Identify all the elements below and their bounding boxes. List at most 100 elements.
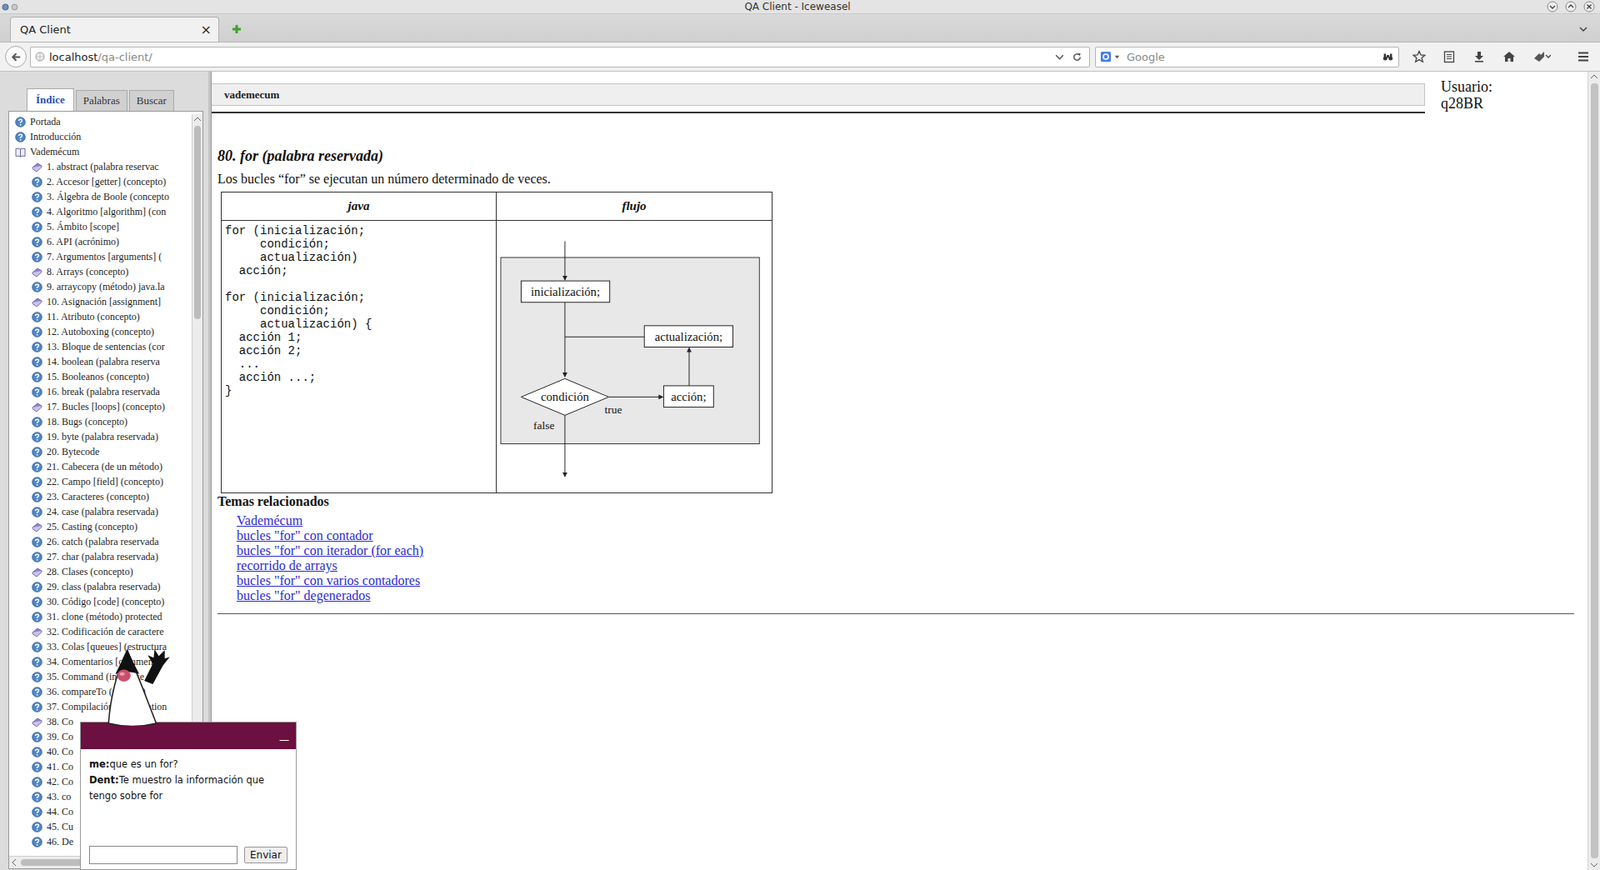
tree-item[interactable]: 26. catch (palabra reservada	[9, 534, 192, 550]
related-link[interactable]: recorrido de arrays	[236, 558, 338, 573]
sidebar-tab[interactable]: Índice	[26, 88, 75, 111]
user-label: Usuario:	[1440, 78, 1588, 95]
tree-item[interactable]: 14. boolean (palabra reserva	[9, 354, 192, 370]
message-sender: me:	[89, 758, 110, 770]
tree-item[interactable]: 5. Ámbito [scope]	[9, 219, 192, 235]
tab-list-icon[interactable]	[1578, 24, 1589, 35]
bookmark-star-icon[interactable]	[1412, 50, 1426, 64]
tree-item-label: 1. abstract (palabra reservac	[46, 160, 160, 174]
new-tab-icon[interactable]	[230, 23, 243, 35]
scroll-up-icon[interactable]	[1590, 73, 1599, 80]
back-button[interactable]	[5, 45, 27, 68]
duke-mascot-icon[interactable]	[103, 645, 172, 726]
help-topic-icon	[31, 506, 43, 518]
related-link[interactable]: bucles "for" con varios contadores	[236, 573, 420, 588]
menu-icon[interactable]	[1576, 50, 1590, 64]
scroll-down-icon[interactable]	[1590, 861, 1599, 869]
pin-icon[interactable]	[10, 3, 19, 11]
related-link[interactable]: bucles "for" con contador	[236, 528, 374, 543]
tree-item[interactable]: 9. arraycopy (método) java.la	[9, 279, 192, 295]
related-link[interactable]: bucles "for" degenerados	[236, 588, 371, 603]
bookmarks-list-icon[interactable]	[1442, 50, 1456, 64]
binoculars-icon[interactable]	[1382, 51, 1394, 63]
download-icon[interactable]	[1472, 50, 1486, 64]
tree-item-label: Vademécum	[30, 145, 80, 159]
help-topic-icon	[31, 476, 43, 488]
tree-item[interactable]: 8. Arrays (concepto)	[9, 264, 192, 280]
tree-item[interactable]: 4. Algoritmo [algorithm] (con	[9, 204, 192, 220]
help-topic-icon	[31, 806, 43, 818]
tree-item-label: 5. Ámbito [scope]	[46, 220, 120, 234]
tree-item[interactable]: 35. Command (interface	[9, 669, 192, 685]
history-dropdown-icon[interactable]	[1054, 51, 1065, 63]
tree-item[interactable]: 31. clone (método) protected	[9, 609, 192, 625]
tree-item[interactable]: 30. Código [code] (concepto)	[9, 594, 192, 610]
tree-item[interactable]: 20. Bytecode	[9, 444, 192, 460]
help-topic-icon	[31, 191, 43, 203]
flow-cell: inicialización;actualización;condiciónac…	[496, 220, 773, 494]
reload-icon[interactable]	[1071, 51, 1083, 63]
tree-item[interactable]: 1. abstract (palabra reservac	[9, 159, 192, 175]
tree-item[interactable]: 22. Campo [field] (concepto)	[9, 474, 192, 490]
tree-item-label: 34. Comentarios [comments]	[46, 655, 164, 669]
tree-item[interactable]: Vademécum	[9, 144, 192, 160]
tree-item[interactable]: Portada	[9, 114, 192, 130]
maximize-icon[interactable]	[1565, 0, 1577, 13]
message-text: que es un for?	[109, 758, 178, 770]
tab-close-button[interactable]: ×	[200, 21, 212, 38]
tree-item[interactable]: 28. Clases (concepto)	[9, 564, 192, 580]
app-icon[interactable]	[1, 3, 10, 11]
search-engine-icon[interactable]	[1100, 50, 1112, 63]
home-icon[interactable]	[1502, 50, 1516, 64]
tree-item[interactable]: 29. class (palabra reservada)	[9, 579, 192, 595]
url-field[interactable]: localhost/qa-client/	[30, 46, 1090, 68]
tree-item[interactable]: 37. Compilación [compilation	[9, 699, 192, 715]
page-scrollbar[interactable]	[1587, 71, 1600, 870]
related-link[interactable]: Vademécum	[236, 513, 303, 528]
addon-icon[interactable]	[1532, 50, 1551, 64]
tree-item[interactable]: 15. Booleanos (concepto)	[9, 369, 192, 385]
minimize-icon[interactable]	[1546, 0, 1559, 13]
help-topic-icon	[31, 236, 43, 248]
scroll-up-icon[interactable]	[193, 115, 202, 123]
page-scroll-thumb[interactable]	[1590, 83, 1599, 859]
send-button[interactable]: Enviar	[244, 846, 288, 864]
sidebar-scroll-thumb[interactable]	[194, 125, 201, 320]
tree-item[interactable]: 36. compareTo (método)	[9, 684, 192, 700]
tree-item[interactable]: 11. Atributo (concepto)	[9, 309, 192, 325]
tree-item[interactable]: 25. Casting (concepto)	[9, 519, 192, 535]
tree-item[interactable]: 13. Bloque de sentencias (cor	[9, 339, 192, 355]
search-field[interactable]: Google	[1095, 46, 1400, 68]
tree-item[interactable]: 18. Bugs (concepto)	[9, 414, 192, 430]
tree-item-label: 28. Clases (concepto)	[46, 565, 134, 579]
tree-item[interactable]: 27. char (palabra reservada)	[9, 549, 192, 565]
browser-tab[interactable]: QA Client×	[10, 16, 220, 42]
help-topic-icon	[31, 311, 43, 323]
sidebar-tab[interactable]: Buscar	[129, 90, 175, 111]
close-icon[interactable]	[1583, 0, 1595, 13]
user-info: Usuario:q28BR	[1425, 71, 1588, 114]
tree-item[interactable]: 3. Álgebra de Boole (concepto	[9, 189, 192, 205]
tree-item[interactable]: 19. byte (palabra reservada)	[9, 429, 192, 445]
scroll-left-icon[interactable]	[10, 858, 18, 867]
chat-input[interactable]	[89, 845, 238, 865]
search-engine-dropdown-icon[interactable]	[1113, 53, 1121, 61]
related-link[interactable]: bucles "for" con iterador (for each)	[236, 543, 424, 558]
tree-item[interactable]: 21. Cabecera (de un método)	[9, 459, 192, 475]
chat-minimize-button[interactable]: —	[279, 734, 290, 746]
tree-item-label: 40. Co	[46, 745, 74, 759]
tree-item[interactable]: 16. break (palabra reservada	[9, 384, 192, 400]
sidebar-tab[interactable]: Palabras	[75, 90, 128, 111]
tree-item[interactable]: 24. case (palabra reservada)	[9, 504, 192, 520]
tree-item[interactable]: 2. Accesor [getter] (concepto)	[9, 174, 192, 190]
tree-item[interactable]: 6. API (acrónimo)	[9, 234, 192, 250]
tree-item[interactable]: 12. Autoboxing (concepto)	[9, 324, 192, 340]
help-topic-icon	[31, 371, 43, 383]
tree-item[interactable]: 23. Caracteres (concepto)	[9, 489, 192, 505]
tree-item-label: 11. Atributo (concepto)	[46, 310, 140, 324]
tree-item[interactable]: 7. Argumentos [arguments] (	[9, 249, 192, 265]
tree-item[interactable]: 32. Codificación de caractere	[9, 624, 192, 640]
tree-item[interactable]: 10. Asignación [assignment]	[9, 294, 192, 310]
tree-item[interactable]: 17. Bucles [loops] (concepto)	[9, 399, 192, 415]
tree-item[interactable]: Introducción	[9, 129, 192, 145]
